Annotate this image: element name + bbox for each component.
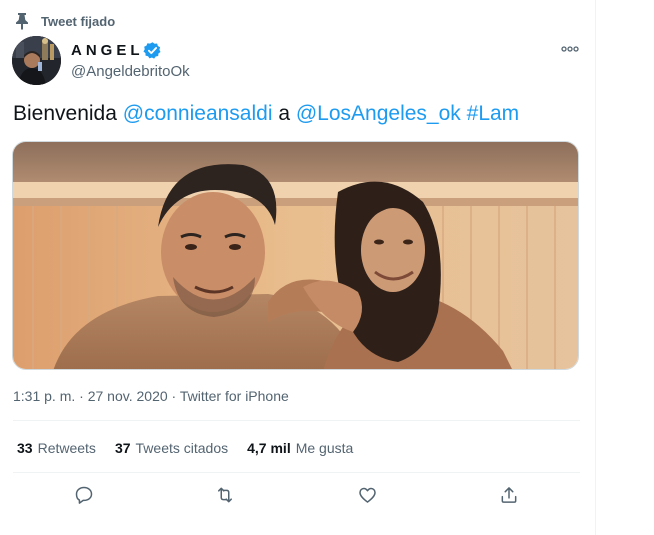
author-handle[interactable]: @AngeldebritoOk <box>71 63 190 80</box>
action-bar <box>0 484 596 510</box>
avatar[interactable] <box>12 36 61 85</box>
pinned-label: Tweet fijado <box>41 13 116 29</box>
share-icon <box>499 485 519 510</box>
tweet-text: Bienvenida @connieansaldi a @LosAngeles_… <box>13 102 519 126</box>
tweet-meta: 1:31 p. m. · 27 nov. 2020 · Twitter for … <box>13 388 289 404</box>
share-button[interactable] <box>496 484 522 510</box>
author-block: ANGEL @AngeldebritoOk <box>71 39 190 81</box>
tweet-time[interactable]: 1:31 p. m. <box>13 388 75 404</box>
reply-button[interactable] <box>71 484 97 510</box>
tweet-stats: 33 Retweets 37 Tweets citados 4,7 mil Me gu… <box>17 438 372 458</box>
quotes-count: 37 <box>114 440 131 456</box>
like-icon <box>357 485 378 510</box>
tweet-photo[interactable] <box>12 141 579 370</box>
retweet-icon <box>214 485 236 510</box>
pin-icon <box>14 12 30 30</box>
quotes-label: Tweets citados <box>135 440 229 456</box>
hashtag-link[interactable]: #Lam <box>467 102 520 125</box>
retweets-count: 33 <box>17 440 33 456</box>
likes-count: 4,7 mil <box>247 440 291 456</box>
verified-badge-icon <box>142 41 162 60</box>
likes-stat[interactable]: 4,7 mil Me gusta <box>247 440 353 456</box>
retweets-label: Retweets <box>37 440 96 456</box>
tweet-text-part: Bienvenida <box>13 102 123 125</box>
likes-label: Me gusta <box>295 440 354 456</box>
mention-link[interactable]: @connieansaldi <box>123 102 273 125</box>
retweets-stat[interactable]: 33 Retweets <box>17 440 96 456</box>
mention-link[interactable]: @LosAngeles_ok <box>296 102 461 125</box>
author-display-name[interactable]: ANGEL <box>71 42 144 59</box>
retweet-button[interactable] <box>212 484 238 510</box>
tweet-source[interactable]: Twitter for iPhone <box>180 388 289 404</box>
meta-separator: · <box>75 388 88 404</box>
more-options-button[interactable] <box>558 40 582 56</box>
like-button[interactable] <box>354 484 380 510</box>
tweet-text-part: a <box>272 102 296 125</box>
tweet-date[interactable]: 27 nov. 2020 <box>88 388 168 404</box>
reply-icon <box>74 485 94 510</box>
pinned-indicator: Tweet fijado <box>14 11 115 31</box>
meta-separator: · <box>167 388 180 404</box>
tweet-card: Tweet fijado ANGEL @AngeldebritoOk Bienv… <box>0 0 596 535</box>
divider <box>13 472 580 473</box>
quotes-stat[interactable]: 37 Tweets citados <box>115 440 228 456</box>
more-icon <box>561 39 579 57</box>
divider <box>13 420 580 421</box>
